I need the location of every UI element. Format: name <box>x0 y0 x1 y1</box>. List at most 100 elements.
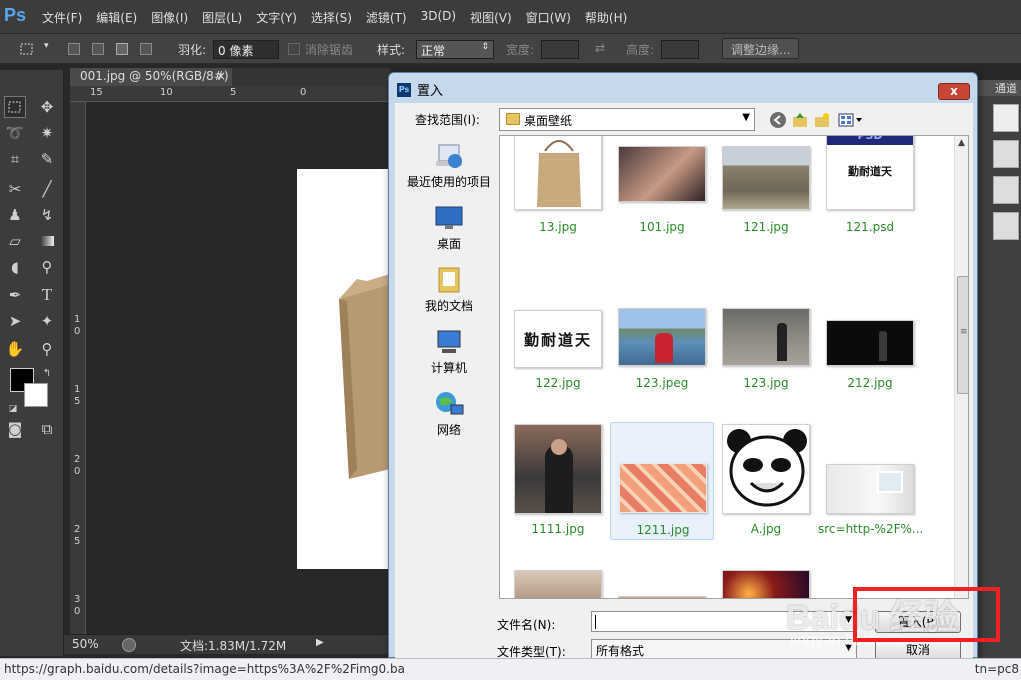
file-list[interactable]: 13.jpg 101.jpg 121.jpg PSD 勤耐道天 121.psd <box>499 135 969 599</box>
menu-window[interactable]: 窗口(W) <box>526 9 571 26</box>
channel-thumbnail[interactable] <box>993 104 1019 132</box>
file-item[interactable]: src=http-%2F%... <box>818 422 922 540</box>
menu-edit[interactable]: 编辑(E) <box>96 9 137 26</box>
channel-thumbnail[interactable] <box>993 140 1019 168</box>
swap-icon[interactable]: ⇄ <box>595 41 605 55</box>
swap-colors-icon[interactable]: ↰ <box>36 362 58 384</box>
play-arrow-icon[interactable]: ▶ <box>316 637 324 648</box>
channels-tab[interactable]: 通道 <box>977 80 1021 96</box>
dialog-close-button[interactable]: x <box>938 83 970 100</box>
document-canvas[interactable] <box>297 169 390 569</box>
vertical-scrollbar[interactable]: ▲ ≡ <box>954 136 968 598</box>
menu-image[interactable]: 图像(I) <box>151 9 188 26</box>
look-in-select[interactable]: 桌面壁纸 ▼ <box>499 108 755 131</box>
subtract-selection-icon[interactable] <box>116 43 128 55</box>
brush-tool-icon[interactable]: ╱ <box>36 178 58 200</box>
place-documents[interactable]: 我的文档 <box>401 261 497 317</box>
history-brush-icon[interactable]: ↯ <box>36 204 58 226</box>
width-input[interactable] <box>541 40 579 59</box>
places-bar: 最近使用的项目 桌面 我的文档 计算机 网络 <box>401 137 497 597</box>
file-name: 1211.jpg <box>636 523 690 537</box>
ruler-label: 2 <box>74 524 81 535</box>
folder-icon <box>506 113 520 125</box>
file-item[interactable]: 13.jpg <box>506 136 610 244</box>
dodge-tool-icon[interactable]: ⚲ <box>36 256 58 278</box>
file-item[interactable]: 1111.jpg <box>506 422 610 540</box>
menu-file[interactable]: 文件(F) <box>42 9 82 26</box>
file-item-selected[interactable]: 1211.jpg <box>610 422 714 540</box>
menu-view[interactable]: 视图(V) <box>470 9 512 26</box>
stamp-tool-icon[interactable]: ♟ <box>4 204 26 226</box>
scrollbar-thumb[interactable]: ≡ <box>957 276 968 394</box>
file-thumbnail: PSD 勤耐道天 <box>826 136 914 210</box>
background-color-swatch[interactable] <box>24 383 48 407</box>
place-network[interactable]: 网络 <box>401 385 497 441</box>
gradient-tool-icon[interactable] <box>36 230 58 252</box>
file-item[interactable]: A.jpg <box>714 422 818 540</box>
type-tool-icon[interactable]: T <box>36 284 58 306</box>
file-item[interactable] <box>506 568 610 598</box>
info-icon[interactable] <box>122 638 136 652</box>
add-selection-icon[interactable] <box>92 43 104 55</box>
document-tab[interactable]: 001.jpg @ 50%(RGB/8#) × <box>70 68 232 86</box>
marquee-preset-icon[interactable] <box>16 38 38 60</box>
channel-thumbnail[interactable] <box>993 176 1019 204</box>
dialog-title: 置入 <box>417 84 444 99</box>
hand-tool-icon[interactable]: ✋ <box>4 338 26 360</box>
feather-input[interactable]: 0 像素 <box>213 40 279 59</box>
menu-help[interactable]: 帮助(H) <box>585 9 627 26</box>
menu-3d[interactable]: 3D(D) <box>421 9 456 26</box>
filetype-value: 所有格式 <box>596 644 645 658</box>
zoom-tool-icon[interactable]: ⚲ <box>36 338 58 360</box>
place-computer[interactable]: 计算机 <box>401 323 497 379</box>
zoom-level[interactable]: 50% <box>72 637 99 651</box>
eyedropper-icon[interactable]: ✎ <box>36 148 58 170</box>
blur-tool-icon[interactable]: ◖ <box>4 256 26 278</box>
refine-edge-button[interactable]: 调整边缘... <box>722 38 800 59</box>
chevron-down-icon[interactable]: ▾ <box>44 41 49 51</box>
antialias-checkbox[interactable] <box>288 43 300 55</box>
intersect-selection-icon[interactable] <box>140 43 152 55</box>
style-select[interactable]: 正常 ⇕ <box>416 40 494 59</box>
file-item[interactable]: 101.jpg <box>610 136 714 244</box>
file-item[interactable]: 勤耐道天 122.jpg <box>506 274 610 392</box>
file-item[interactable]: 123.jpeg <box>610 274 714 392</box>
scroll-up-icon[interactable]: ▲ <box>958 138 965 148</box>
quick-mask-icon[interactable]: ◙ <box>4 418 26 440</box>
new-selection-icon[interactable] <box>68 43 80 55</box>
height-input[interactable] <box>661 40 699 59</box>
close-icon[interactable]: × <box>216 69 226 83</box>
marquee-tool-icon[interactable] <box>4 96 26 118</box>
file-item[interactable]: 212.jpg <box>818 274 922 392</box>
menu-layer[interactable]: 图层(L) <box>202 9 242 26</box>
menu-select[interactable]: 选择(S) <box>311 9 352 26</box>
up-folder-icon[interactable] <box>791 111 809 129</box>
new-folder-icon[interactable] <box>813 111 831 129</box>
default-colors-icon[interactable]: ◪ <box>2 398 24 420</box>
look-in-value: 桌面壁纸 <box>524 114 573 128</box>
eraser-tool-icon[interactable]: ▱ <box>4 230 26 252</box>
menu-type[interactable]: 文字(Y) <box>256 9 297 26</box>
back-icon[interactable] <box>769 111 787 129</box>
place-recent[interactable]: 最近使用的项目 <box>401 137 497 193</box>
file-item[interactable] <box>610 568 714 598</box>
file-item[interactable]: PSD 勤耐道天 121.psd <box>818 136 922 244</box>
move-tool-icon[interactable]: ✥ <box>36 96 58 118</box>
crop-tool-icon[interactable]: ⌗ <box>4 148 26 170</box>
browser-status-url: https://graph.baidu.com/details?image=ht… <box>0 658 1021 680</box>
file-name: 121.jpg <box>743 220 789 234</box>
pen-tool-icon[interactable]: ✒ <box>4 284 26 306</box>
healing-brush-icon[interactable]: ✂ <box>4 178 26 200</box>
menu-filter[interactable]: 滤镜(T) <box>366 9 407 26</box>
file-item[interactable]: 123.jpg <box>714 274 818 392</box>
lasso-tool-icon[interactable]: ➰ <box>4 122 26 144</box>
channel-thumbnail[interactable] <box>993 212 1019 240</box>
path-select-icon[interactable]: ➤ <box>4 310 26 332</box>
document-status-bar: 50% 文档:1.83M/1.72M ▶ <box>64 634 394 654</box>
screen-mode-icon[interactable]: ⧉ <box>36 418 58 440</box>
magic-wand-icon[interactable]: ✷ <box>36 122 58 144</box>
view-menu-icon[interactable] <box>837 111 865 129</box>
file-item[interactable]: 121.jpg <box>714 136 818 244</box>
shape-tool-icon[interactable]: ✦ <box>36 310 58 332</box>
place-desktop[interactable]: 桌面 <box>401 199 497 255</box>
